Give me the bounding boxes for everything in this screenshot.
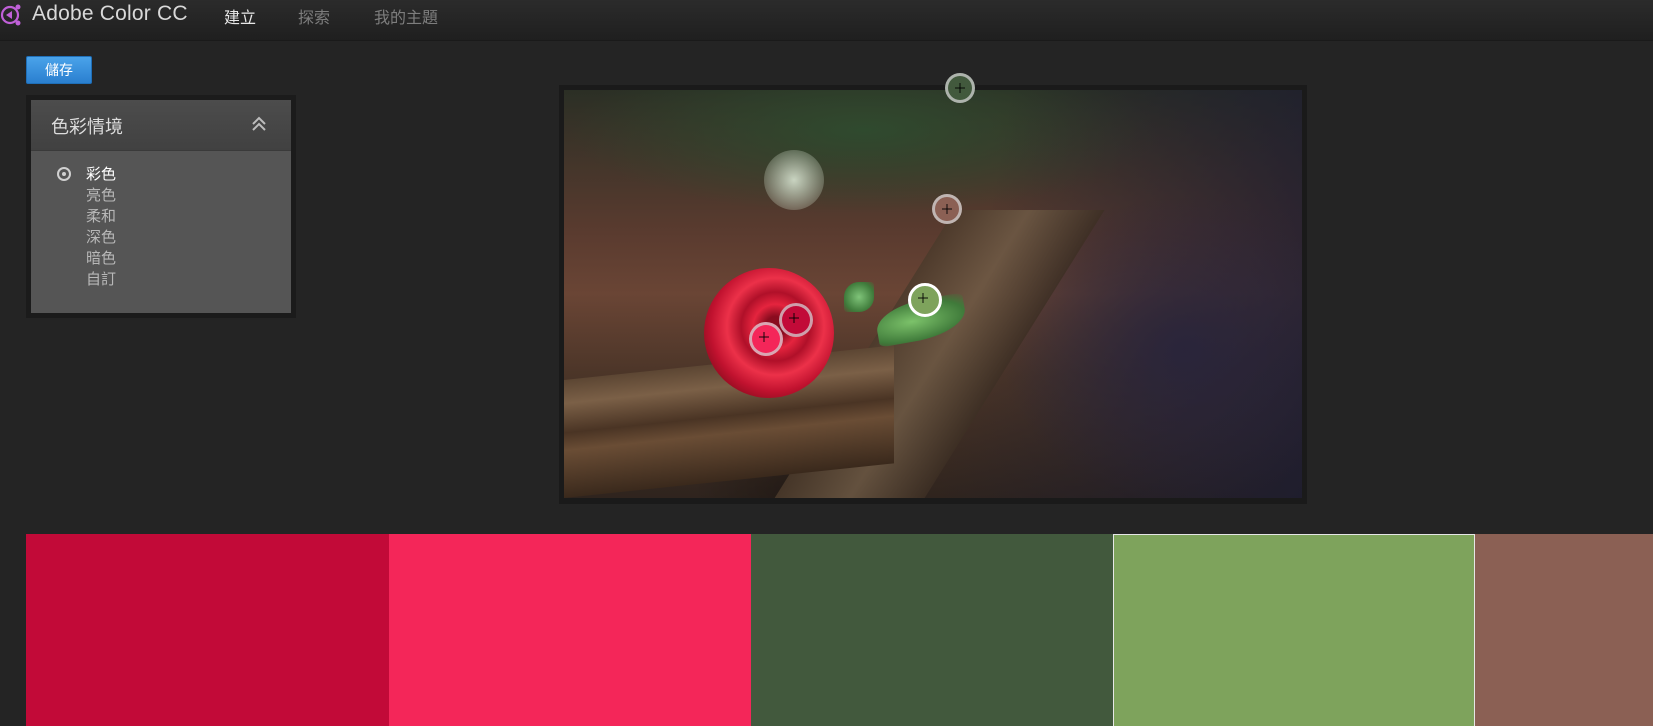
color-mood-options: 彩色 亮色 柔和 深色 暗色 自訂 <box>31 164 291 290</box>
mood-option-custom[interactable]: 自訂 <box>31 269 291 290</box>
color-picker-handle[interactable] <box>945 73 975 103</box>
mood-option-colorful[interactable]: 彩色 <box>31 164 291 185</box>
mood-option-label: 自訂 <box>86 270 117 288</box>
rose-leaf <box>844 282 874 312</box>
color-picker-handle-active[interactable] <box>908 283 942 317</box>
mood-option-label: 柔和 <box>86 207 117 225</box>
adobe-color-logo-icon[interactable] <box>0 2 22 26</box>
color-swatch-3[interactable] <box>751 534 1113 726</box>
nav-create[interactable]: 建立 <box>224 4 256 28</box>
nav-explore[interactable]: 探索 <box>298 4 330 28</box>
color-swatch-5[interactable] <box>1475 534 1653 726</box>
color-picker-handle[interactable] <box>779 303 813 337</box>
chevron-double-up-icon[interactable] <box>249 114 269 134</box>
mood-option-label: 亮色 <box>86 186 117 204</box>
color-picker-handle[interactable] <box>749 322 783 356</box>
mood-option-label: 深色 <box>86 228 117 246</box>
color-picker-handle[interactable] <box>932 194 962 224</box>
nav-my-themes[interactable]: 我的主題 <box>374 4 438 28</box>
mood-option-muted[interactable]: 柔和 <box>31 206 291 227</box>
save-button[interactable]: 儲存 <box>26 56 92 84</box>
mood-option-label: 彩色 <box>86 165 117 183</box>
top-bar: Adobe Color CC 建立 探索 我的主題 <box>0 0 1653 41</box>
color-swatches <box>26 534 1653 726</box>
color-mood-title: 色彩情境 <box>51 117 123 138</box>
bokeh-light <box>764 150 824 210</box>
color-mood-panel-body: 色彩情境 彩色 亮色 柔和 深色 暗色 自訂 <box>31 100 291 313</box>
app-title[interactable]: Adobe Color CC <box>32 2 188 26</box>
radio-selected-icon[interactable] <box>57 167 71 181</box>
color-mood-panel-header[interactable]: 色彩情境 <box>31 100 291 151</box>
mood-option-label: 暗色 <box>86 249 117 267</box>
mood-option-bright[interactable]: 亮色 <box>31 185 291 206</box>
mood-option-dark[interactable]: 暗色 <box>31 248 291 269</box>
color-swatch-4-selected[interactable] <box>1113 534 1475 726</box>
color-swatch-1[interactable] <box>26 534 389 726</box>
color-swatch-2[interactable] <box>389 534 751 726</box>
color-mood-panel: 色彩情境 彩色 亮色 柔和 深色 暗色 自訂 <box>26 95 296 318</box>
mood-option-deep[interactable]: 深色 <box>31 227 291 248</box>
